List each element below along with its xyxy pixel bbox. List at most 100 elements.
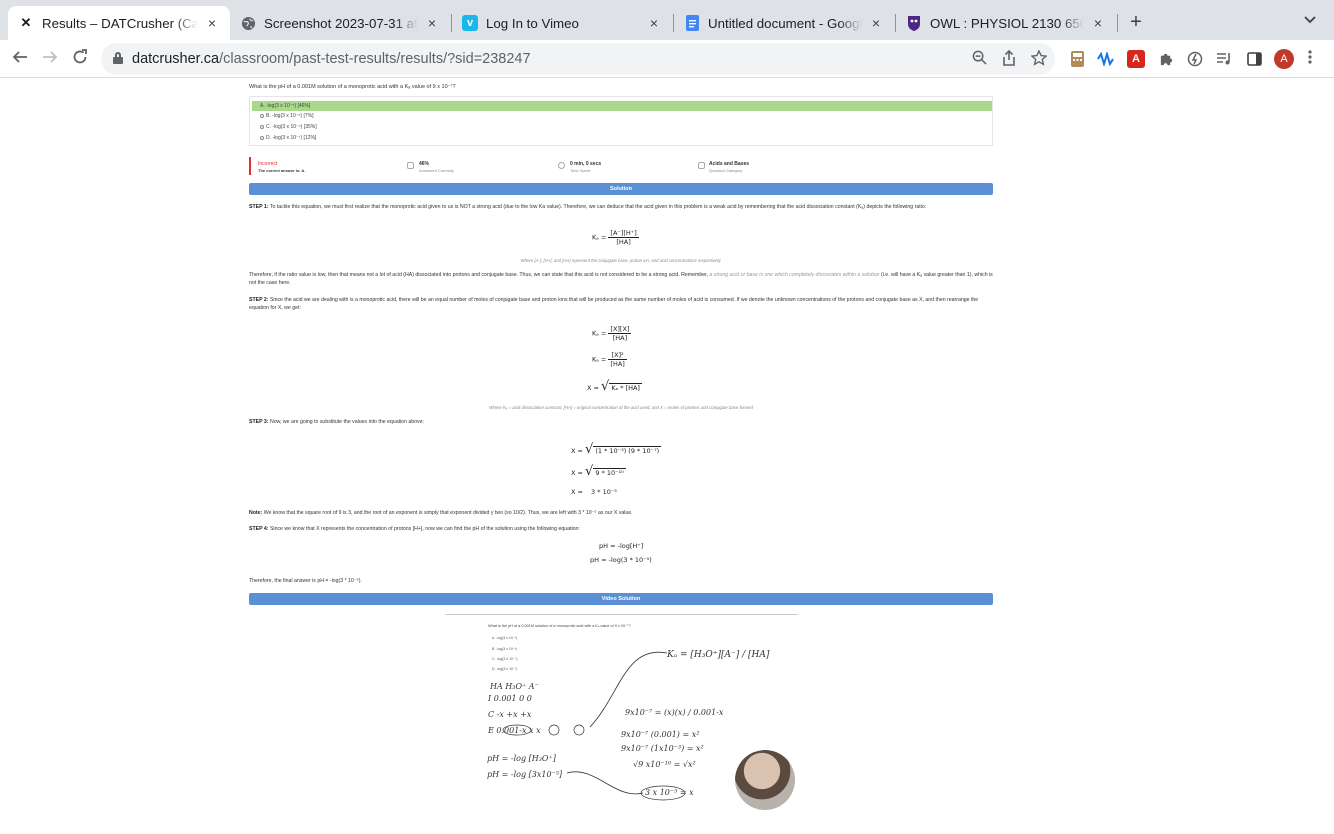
eq-fraction: [X]² [HA] (608, 351, 627, 368)
webcam-overlay (735, 750, 795, 810)
video-solution-header: Video Solution (249, 593, 993, 605)
close-tab-icon[interactable]: × (868, 15, 884, 31)
browser-toolbar: datcrusher.ca/classroom/past-test-result… (0, 40, 1334, 78)
lock-icon[interactable] (113, 52, 123, 64)
vimeo-icon: v (462, 15, 478, 31)
percent-sub: Answered Correctly (419, 168, 454, 173)
answer-choices: A. -log(3 x 10⁻⁵) [46%] B. -log(3 x 10⁻⁶… (249, 96, 993, 146)
page-content: What is the pH of a 0.001M solution of a… (0, 79, 1334, 834)
calendar-icon (698, 162, 705, 169)
choice-c[interactable]: C. -log(3 x 10⁻⁴) [35%] (252, 122, 992, 132)
tab-screenshot[interactable]: Screenshot 2023-07-31 at 5.0 × (230, 6, 450, 40)
wave-extension-icon[interactable] (1097, 50, 1115, 68)
clock-icon (558, 162, 565, 169)
result-sub: The correct answer is: A. (258, 168, 306, 173)
tab-datcrusher[interactable]: ✕ Results – DATCrusher (Canada) × (8, 6, 230, 40)
note-body: We know that the square root of 9 is 3, … (262, 510, 633, 516)
eq-den: [HA] (610, 360, 625, 368)
new-tab-icon[interactable]: + (1126, 11, 1146, 34)
result-stats: Incorrect The correct answer is: A. 46% … (249, 157, 993, 175)
forward-icon[interactable] (40, 49, 60, 70)
eq-lhs: X = (571, 447, 583, 455)
bookmark-star-icon[interactable] (1030, 49, 1048, 70)
media-queue-icon[interactable] (1215, 50, 1233, 68)
chevron-down-icon[interactable] (1304, 12, 1316, 27)
eq-lhs: Kₐ = (592, 355, 607, 364)
percent-value: 46% (419, 161, 430, 167)
ice-change: C -x +x +x (488, 710, 532, 719)
ph-line-1: pH = -log [H₃O⁺] (487, 754, 557, 763)
choice-label: B. -log(3 x 10⁻⁶) [7%] (266, 113, 314, 119)
adobe-pdf-icon[interactable]: A (1127, 50, 1145, 68)
question-text: What is the pH of a 0.001M solution of a… (249, 84, 456, 90)
ph-line-2: pH = -log [3x10⁻⁵] (487, 770, 563, 779)
result-stat: Incorrect The correct answer is: A. (258, 161, 305, 173)
eq-lhs: X = (587, 384, 599, 392)
x-sqrt-equation: X = √ Kₐ * [HA] (587, 379, 642, 394)
tab-title: Log In to Vimeo (486, 15, 579, 31)
chart-icon (407, 162, 414, 169)
category-stat: Acids and Bases Question Category (709, 161, 749, 173)
close-tab-icon[interactable]: × (646, 15, 662, 31)
zoom-icon[interactable] (972, 50, 987, 69)
tab-title: Untitled document - Google Do (708, 15, 862, 31)
step4-text: STEP 4: Since we know that X represents … (249, 525, 993, 533)
radio-icon (260, 124, 264, 129)
final-answer: Therefore, the final answer is pH = -log… (249, 578, 362, 584)
tab-google-docs[interactable]: Untitled document - Google Do × (674, 6, 894, 40)
tab-vimeo[interactable]: v Log In to Vimeo × (452, 6, 672, 40)
choice-d[interactable]: D. -log(3 x 10⁻⁷) [12%] (252, 133, 992, 143)
eq-num: [X]² (608, 351, 627, 360)
work-line-4: √9 x10⁻¹⁰ = √x² (633, 760, 696, 769)
address-bar[interactable]: datcrusher.ca/classroom/past-test-result… (101, 43, 1055, 75)
tab-separator (1117, 14, 1118, 32)
profile-avatar[interactable]: A (1274, 49, 1294, 69)
choice-b[interactable]: B. -log(3 x 10⁻⁶) [7%] (252, 111, 992, 121)
choice-a[interactable]: A. -log(3 x 10⁻⁵) [46%] (252, 101, 992, 111)
close-tab-icon[interactable]: × (1090, 15, 1106, 31)
reload-icon[interactable] (70, 49, 90, 70)
back-icon[interactable] (10, 49, 30, 70)
tab-owl[interactable]: OWL : PHYSIOL 2130 650 SU2 × (896, 6, 1116, 40)
eq-den: [HA] (612, 334, 628, 342)
eq-fraction: [A⁻][H⁺] [HA] (608, 229, 639, 246)
tab-title: Screenshot 2023-07-31 at 5.0 (264, 15, 418, 31)
time-stat: 0 min, 0 secs Time Spent (570, 161, 601, 173)
more-menu-icon[interactable] (1308, 49, 1312, 70)
close-tab-icon[interactable]: × (204, 15, 220, 31)
radicand: 9 * 10⁻¹⁰ (593, 468, 626, 477)
para2-italic: a strong acid or base is one which compl… (709, 272, 880, 278)
ka-x2-equation: Kₐ = [X]² [HA] (592, 351, 627, 368)
ka-xx-equation: Kₐ = [X][X] [HA] (592, 325, 632, 342)
radio-icon (260, 113, 264, 118)
result-label: Incorrect (258, 161, 278, 167)
equation-note: Where [A-], [H+], and [HA] represent the… (520, 258, 722, 263)
equation-note-2: Where Kₐ = acid dissociation constant, [… (489, 405, 753, 410)
work-line-3: 9x10⁻⁷ (1x10⁻³) = x² (621, 744, 704, 753)
time-sub: Time Spent (570, 168, 591, 173)
step2-label: STEP 2: (249, 297, 269, 303)
url-text[interactable]: datcrusher.ca/classroom/past-test-result… (132, 51, 531, 67)
owl-icon (906, 15, 922, 31)
choice-label: C. -log(3 x 10⁻⁴) [35%] (266, 124, 317, 130)
work-line-1: 9x10⁻⁷ = (x)(x) / 0.001-x (625, 708, 724, 717)
close-tab-icon[interactable]: × (424, 15, 440, 31)
eq-lhs: Kₐ = (592, 233, 607, 242)
google-docs-icon (684, 15, 700, 31)
url-path: /classroom/past-test-results/results/?si… (219, 51, 531, 67)
work-line-5: 3 x 10⁻⁵ = x (645, 788, 694, 797)
side-panel-icon[interactable] (1245, 50, 1263, 68)
share-icon[interactable] (1002, 49, 1016, 70)
radio-icon (260, 135, 264, 140)
extensions-puzzle-icon[interactable] (1157, 50, 1175, 68)
tab-strip: ✕ Results – DATCrusher (Canada) × Screen… (0, 0, 1334, 40)
calculator-extension-icon[interactable] (1068, 50, 1086, 68)
step3-text: STEP 3: Now, we are going to substitute … (249, 418, 993, 426)
category-sub: Question Category (709, 168, 743, 173)
radicand: (1 * 10⁻³) (9 * 10⁻⁷) (593, 446, 662, 455)
eq-value: 3 * 10⁻⁵ (591, 488, 617, 496)
performance-icon[interactable] (1186, 50, 1204, 68)
solution-header: Solution (249, 183, 993, 195)
eq-lhs: Kₐ = (592, 329, 607, 338)
step4-label: STEP 4: (249, 526, 269, 532)
